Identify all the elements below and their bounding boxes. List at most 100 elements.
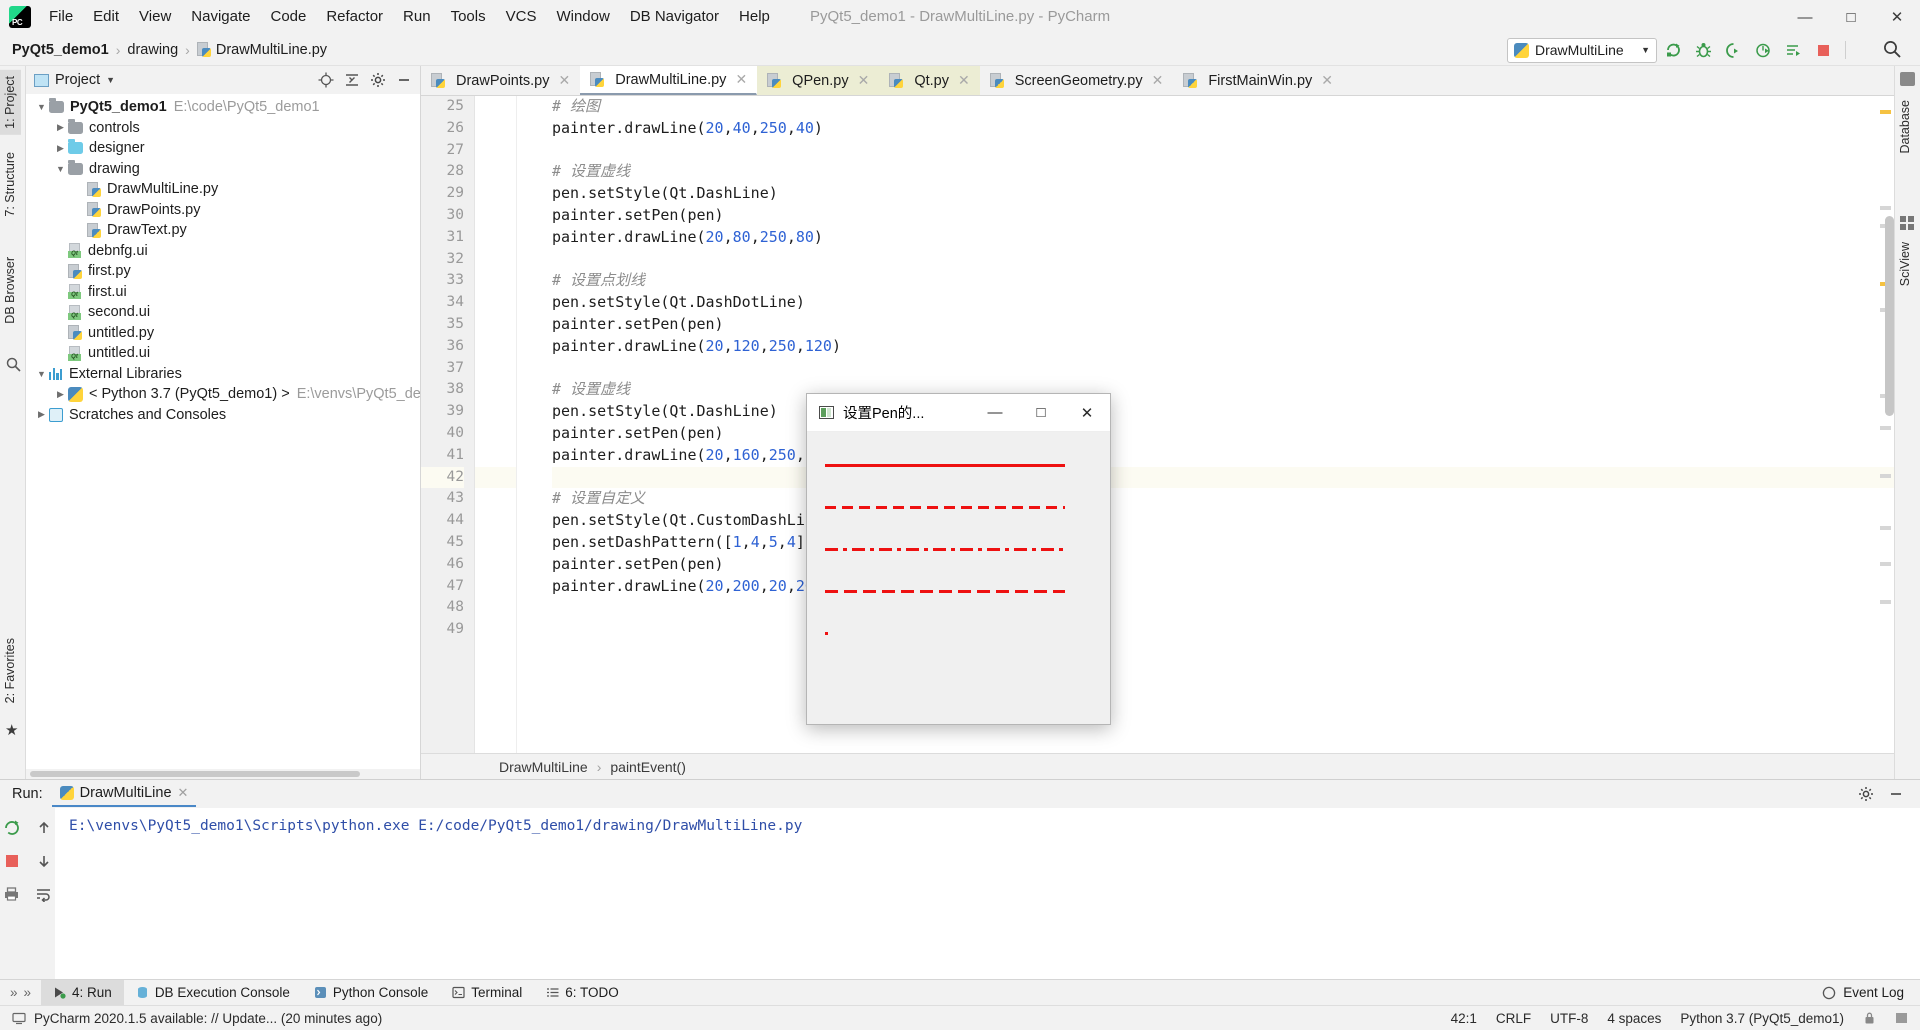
sidebar-item-sciview[interactable]: SciView <box>1894 236 1916 292</box>
run-tab-drawmultiline[interactable]: DrawMultiLine ✕ <box>51 782 197 807</box>
change-marker[interactable] <box>1880 526 1891 530</box>
menu-tools[interactable]: Tools <box>441 0 496 34</box>
tree-item-drawmultiline-py[interactable]: DrawMultiLine.py <box>26 179 420 200</box>
code-line[interactable] <box>552 249 1894 271</box>
twisty-collapsed-icon[interactable]: ▶ <box>53 389 68 400</box>
rerun-icon[interactable] <box>0 816 25 840</box>
expand-bottom-left-icon[interactable]: » <box>10 985 18 1000</box>
fold-marker[interactable] <box>475 401 516 423</box>
tree-item-designer[interactable]: ▶ designer <box>26 138 420 159</box>
tool-window-todo[interactable]: 6: TODO <box>534 980 631 1006</box>
breadcrumb-item-file[interactable]: DrawMultiLine.py <box>216 42 327 58</box>
code-line[interactable] <box>552 619 1894 641</box>
change-marker[interactable] <box>1880 426 1891 430</box>
line-separator[interactable]: CRLF <box>1496 1011 1531 1026</box>
code-line[interactable]: painter.setPen(pen) <box>552 314 1894 336</box>
close-button[interactable]: ✕ <box>1874 0 1920 34</box>
sidebar-item-project[interactable]: 1: Project <box>0 70 21 135</box>
profile-button[interactable] <box>1749 37 1777 63</box>
editor-markers-gutter[interactable] <box>1880 96 1894 753</box>
fold-marker[interactable] <box>475 466 516 489</box>
fold-marker[interactable] <box>475 161 516 183</box>
fold-marker[interactable] <box>475 227 516 249</box>
menu-refactor[interactable]: Refactor <box>316 0 393 34</box>
twisty-collapsed-icon[interactable]: ▶ <box>34 409 49 420</box>
change-marker[interactable] <box>1880 562 1891 566</box>
star-icon[interactable]: ★ <box>5 721 18 739</box>
breadcrumb-item-folder[interactable]: drawing <box>127 42 178 58</box>
search-everywhere-icon[interactable] <box>1882 39 1904 61</box>
fold-marker[interactable] <box>475 96 516 118</box>
expand-bottom-right-icon[interactable]: » <box>24 985 32 1000</box>
code-line[interactable]: painter.drawLine(20,120,250,120) <box>552 336 1894 358</box>
file-encoding[interactable]: UTF-8 <box>1550 1011 1588 1026</box>
project-horizontal-scrollbar[interactable] <box>26 769 420 779</box>
tree-item-pyqt5-demo1[interactable]: ▼ PyQt5_demo1 E:\code\PyQt5_demo1 <box>26 97 420 118</box>
fold-marker[interactable] <box>475 423 516 445</box>
sidebar-item-database[interactable]: Database <box>1894 94 1916 160</box>
tree-item-second-ui[interactable]: Qt second.ui <box>26 302 420 323</box>
pyqt-preview-dialog[interactable]: 设置Pen的... — □ ✕ <box>806 393 1111 725</box>
tab-qt-py[interactable]: Qt.py ✕ <box>879 66 980 95</box>
tab-close-icon[interactable]: ✕ <box>858 72 870 89</box>
db-search-icon[interactable] <box>5 356 21 372</box>
warning-marker[interactable] <box>1880 110 1891 114</box>
fold-marker[interactable] <box>475 118 516 140</box>
code-line[interactable]: painter.setPen(pen) <box>552 554 1894 576</box>
menu-window[interactable]: Window <box>546 0 619 34</box>
stop-button[interactable] <box>1809 37 1837 63</box>
sciview-grid-icon[interactable] <box>1900 216 1915 230</box>
tool-window-python-console[interactable]: Python Console <box>302 980 440 1006</box>
status-message[interactable]: PyCharm 2020.1.5 available: // Update...… <box>34 1011 382 1026</box>
dialog-maximize-button[interactable]: □ <box>1018 394 1064 432</box>
fold-marker[interactable] <box>475 205 516 227</box>
tree-item-drawing[interactable]: ▼ drawing <box>26 159 420 180</box>
tree-item-first-py[interactable]: first.py <box>26 261 420 282</box>
fold-marker[interactable] <box>475 314 516 336</box>
dialog-minimize-button[interactable]: — <box>972 394 1018 432</box>
fold-marker[interactable] <box>475 140 516 162</box>
collapse-all-icon[interactable] <box>344 72 360 88</box>
breadcrumb-item-project[interactable]: PyQt5_demo1 <box>12 42 109 58</box>
tab-close-icon[interactable]: ✕ <box>958 72 970 89</box>
tool-window-terminal[interactable]: Terminal <box>440 980 534 1006</box>
code-line[interactable]: painter.setPen(pen) <box>552 423 1894 445</box>
tree-item-scratches-and-consoles[interactable]: ▶ Scratches and Consoles <box>26 405 420 426</box>
run-tab-close-icon[interactable]: ✕ <box>178 785 189 801</box>
code-line[interactable] <box>552 597 1894 619</box>
code-line[interactable]: # 设置虚线 <box>552 161 1894 183</box>
database-status-icon[interactable] <box>1895 1011 1908 1025</box>
menu-edit[interactable]: Edit <box>83 0 129 34</box>
python-interpreter[interactable]: Python 3.7 (PyQt5_demo1) <box>1680 1011 1844 1026</box>
indent-setting[interactable]: 4 spaces <box>1607 1011 1661 1026</box>
scroll-down-icon[interactable] <box>31 849 57 873</box>
fold-marker[interactable] <box>475 249 516 271</box>
fold-marker[interactable] <box>475 292 516 314</box>
print-icon[interactable] <box>0 882 25 906</box>
code-line[interactable]: # 绘图 <box>552 96 1894 118</box>
lock-icon[interactable] <box>1863 1011 1876 1025</box>
code-line[interactable] <box>552 358 1894 380</box>
tab-drawpoints-py[interactable]: DrawPoints.py ✕ <box>421 66 580 95</box>
twisty-expanded-icon[interactable]: ▼ <box>53 164 68 174</box>
twisty-expanded-icon[interactable]: ▼ <box>34 102 49 112</box>
debug-button[interactable] <box>1689 37 1717 63</box>
fold-marker[interactable] <box>475 270 516 292</box>
twisty-collapsed-icon[interactable]: ▶ <box>53 143 68 154</box>
menu-run[interactable]: Run <box>393 0 441 34</box>
code-line[interactable]: pen.setStyle(Qt.DashDotLine) <box>552 292 1894 314</box>
event-log-label[interactable]: Event Log <box>1843 985 1904 1000</box>
fold-marker[interactable] <box>475 379 516 401</box>
tab-drawmultiline-py[interactable]: DrawMultiLine.py ✕ <box>580 66 758 95</box>
scroll-up-icon[interactable] <box>31 816 57 840</box>
menu-code[interactable]: Code <box>260 0 316 34</box>
tab-qpen-py[interactable]: QPen.py ✕ <box>757 66 880 95</box>
tool-window-db-execution-console[interactable]: DB Execution Console <box>124 980 302 1006</box>
code-line[interactable]: pen.setStyle(Qt.CustomDashLine) <box>552 510 1894 532</box>
code-line[interactable]: painter.drawLine(20,80,250,80) <box>552 227 1894 249</box>
coverage-button[interactable] <box>1719 37 1747 63</box>
code-line[interactable]: painter.drawLine(20,40,250,40) <box>552 118 1894 140</box>
dialog-title-bar[interactable]: 设置Pen的... — □ ✕ <box>807 394 1110 432</box>
tree-item-debnfg-ui[interactable]: Qt debnfg.ui <box>26 241 420 262</box>
soft-wrap-icon[interactable] <box>31 882 57 906</box>
